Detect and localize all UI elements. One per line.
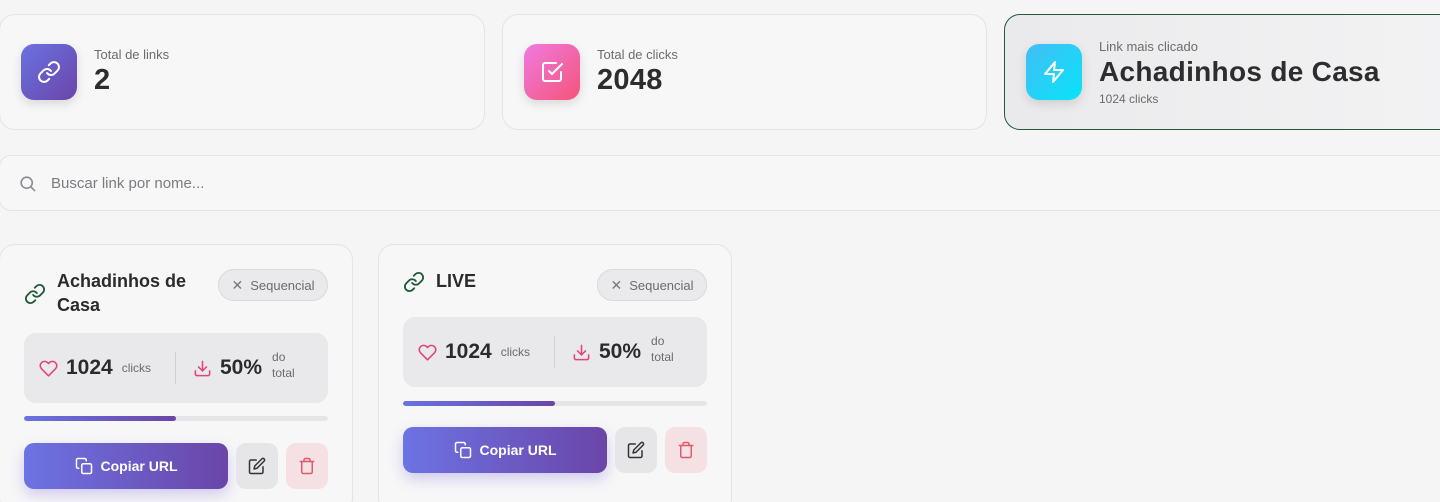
progress-fill [24, 416, 176, 421]
link-icon [24, 283, 46, 305]
badge-label: Sequencial [629, 277, 694, 293]
delete-button[interactable] [286, 443, 328, 489]
divider [175, 352, 176, 384]
copy-url-button[interactable]: Copiar URL [24, 443, 228, 489]
percent-unit: total [272, 366, 295, 380]
link-title: LIVE [436, 271, 477, 291]
progress-fill [403, 401, 555, 406]
close-icon: ✕ [231, 276, 244, 293]
link-card: Achadinhos de Casa ✕ Sequencial 1024 cli… [0, 244, 353, 502]
search-icon [20, 175, 36, 191]
close-icon: ✕ [610, 276, 623, 293]
stat-label: Total de clicks [597, 47, 678, 62]
metrics-box: 1024 clicks 50% do total [403, 317, 707, 387]
edit-button[interactable] [236, 443, 278, 489]
trash-icon [299, 457, 315, 475]
mode-badge[interactable]: ✕ Sequencial [597, 269, 707, 301]
stat-card-total-clicks: Total de clicks 2048 [502, 14, 987, 130]
delete-button[interactable] [665, 427, 707, 473]
link-card: LIVE ✕ Sequencial 1024 clicks 50% do tota… [378, 244, 732, 502]
percent-unit: do [651, 334, 665, 348]
copy-icon [75, 457, 92, 475]
stat-value: Achadinhos de Casa [1099, 55, 1380, 87]
edit-icon [248, 457, 266, 475]
stat-value: 2 [94, 64, 111, 96]
stat-card-most-clicked[interactable]: Link mais clicado Achadinhos de Casa 102… [1004, 14, 1440, 130]
download-icon [573, 344, 590, 360]
download-icon [194, 360, 211, 376]
copy-label: Copiar URL [100, 458, 178, 474]
copy-icon [454, 441, 471, 459]
stat-card-total-links: Total de links 2 [0, 14, 485, 130]
clicks-unit: clicks [121, 361, 152, 375]
link-icon [403, 271, 425, 293]
copy-url-button[interactable]: Copiar URL [403, 427, 607, 473]
divider [554, 336, 555, 368]
copy-label: Copiar URL [479, 442, 557, 458]
trash-icon [678, 441, 694, 459]
stat-label: Total de links [94, 47, 170, 62]
progress-bar [403, 401, 707, 406]
heart-icon [418, 344, 437, 361]
percent-value: 50% [599, 340, 642, 363]
link-icon [21, 44, 77, 100]
heart-icon [39, 360, 58, 377]
clicks-count: 1024 [445, 340, 492, 363]
link-title: Achadinhos de Casa [57, 271, 187, 315]
stat-value: 2048 [597, 64, 663, 96]
search-bar [0, 155, 1440, 211]
percent-unit: total [651, 350, 674, 364]
search-input[interactable] [51, 174, 651, 192]
metrics-box: 1024 clicks 50% do total [24, 333, 328, 403]
badge-label: Sequencial [250, 277, 315, 293]
clicks-count: 1024 [66, 356, 113, 379]
clicks-unit: clicks [500, 345, 531, 359]
edit-button[interactable] [615, 427, 657, 473]
mode-badge[interactable]: ✕ Sequencial [218, 269, 328, 301]
stat-sub: 1024 clicks [1099, 91, 1159, 106]
percent-unit: do [272, 350, 286, 364]
stat-label: Link mais clicado [1099, 38, 1198, 54]
lightning-icon [1026, 44, 1082, 100]
percent-value: 50% [220, 356, 263, 379]
check-square-icon [524, 44, 580, 100]
progress-bar [24, 416, 328, 421]
edit-icon [627, 441, 645, 459]
